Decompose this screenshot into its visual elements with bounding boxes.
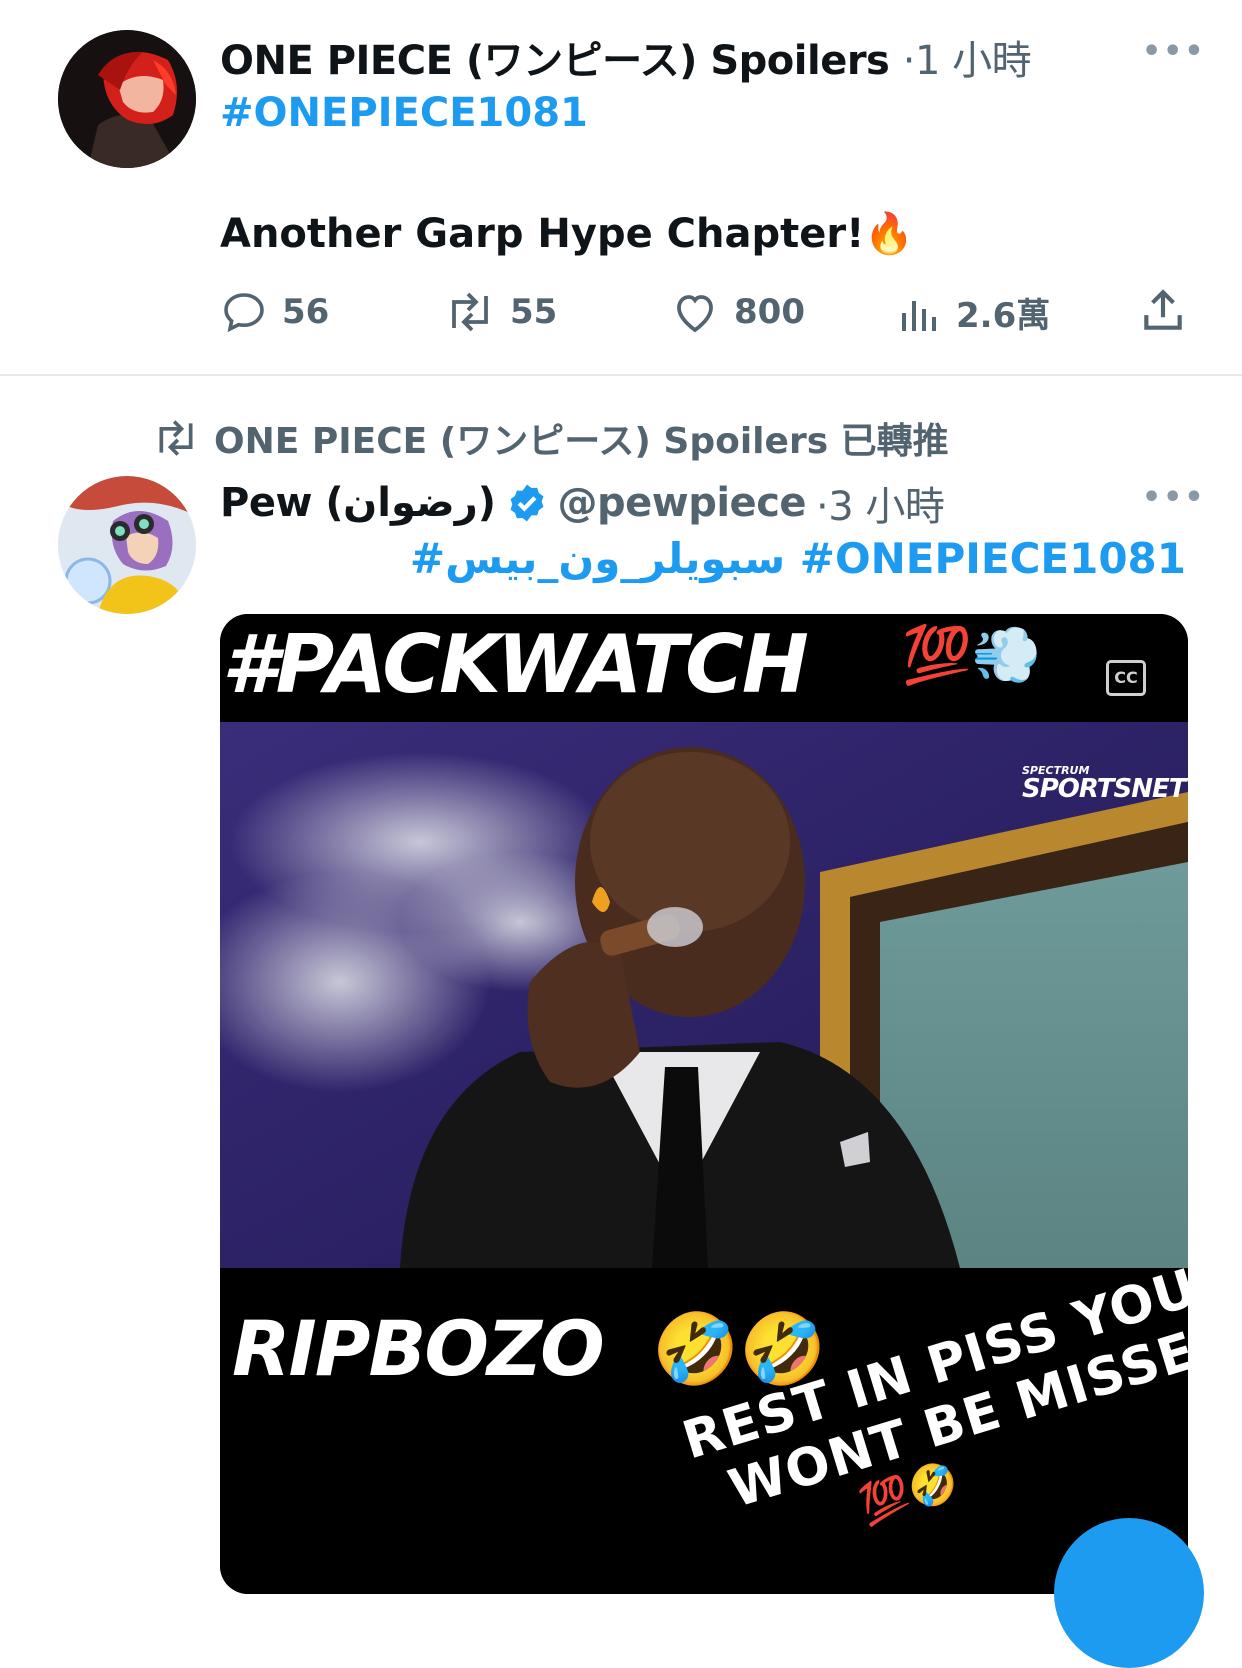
views-icon bbox=[902, 300, 936, 331]
tweet2-video[interactable]: #PACKWATCH 💯💨 CC SPECTRUM SPORTSNET RIPB… bbox=[220, 614, 1188, 1594]
like-button[interactable]: 800 bbox=[670, 288, 805, 336]
avatar-image bbox=[58, 30, 196, 168]
more-icon[interactable]: ••• bbox=[1142, 34, 1206, 69]
retweet-context[interactable]: ONE PIECE (ワンピース) Spoilers 已轉推 bbox=[152, 412, 949, 464]
more-icon[interactable]: ••• bbox=[1142, 480, 1206, 515]
tweet-divider bbox=[0, 374, 1242, 376]
sportsnet-logo: SPORTSNET bbox=[1022, 774, 1186, 804]
views-button[interactable]: 2.6萬 bbox=[898, 288, 1050, 337]
retweet-icon bbox=[452, 292, 488, 332]
verified-icon bbox=[510, 484, 543, 522]
tweet2-author-name[interactable]: Pew (رضوان) bbox=[220, 480, 496, 526]
fire-emoji: 🔥 bbox=[864, 211, 915, 257]
share-icon bbox=[1144, 289, 1182, 330]
avatar-image bbox=[58, 476, 196, 614]
tweet1-author-name[interactable]: ONE PIECE (ワンピース) Spoilers bbox=[220, 38, 890, 84]
video-bottom-caption: RIPBOZO bbox=[232, 1304, 605, 1393]
retweet-context-icon bbox=[159, 420, 193, 456]
tweet2-hashtags[interactable]: #سبويلر_ون_بيس #ONEPIECE1081 bbox=[410, 534, 1186, 583]
tweet2-header: Pew (رضوان) @pewpiece ·3 小時 bbox=[220, 474, 945, 532]
tweet1-body: Another Garp Hype Chapter! bbox=[220, 211, 865, 257]
tweet2-timestamp[interactable]: ·3 小時 bbox=[816, 474, 945, 532]
captions-icon[interactable]: CC bbox=[1106, 660, 1146, 696]
like-count: 800 bbox=[734, 292, 805, 332]
avatar-one-piece-spoilers[interactable] bbox=[58, 30, 196, 168]
retweet-context-label: ONE PIECE (ワンピース) Spoilers 已轉推 bbox=[214, 421, 949, 462]
tweet2-handle[interactable]: @pewpiece bbox=[558, 480, 807, 526]
reply-button[interactable]: 56 bbox=[220, 288, 329, 336]
tweet1-text: Another Garp Hype Chapter!🔥 bbox=[220, 210, 914, 257]
views-count: 2.6萬 bbox=[956, 296, 1051, 336]
like-icon bbox=[677, 295, 713, 333]
compose-fab-button[interactable] bbox=[1054, 1518, 1204, 1668]
retweet-count: 55 bbox=[510, 292, 558, 332]
avatar-pew[interactable] bbox=[58, 476, 196, 614]
reply-count: 56 bbox=[282, 292, 330, 332]
retweet-button[interactable]: 55 bbox=[444, 288, 557, 336]
tweet1-hashtag[interactable]: #ONEPIECE1081 bbox=[220, 90, 588, 136]
share-button[interactable] bbox=[1138, 286, 1188, 340]
reply-icon bbox=[224, 293, 264, 333]
video-top-emoji: 💯💨 bbox=[902, 623, 1042, 688]
tweet1-header: ONE PIECE (ワンピース) Spoilers ·1 小時 bbox=[220, 28, 1032, 86]
tweet1-timestamp[interactable]: ·1 小時 bbox=[903, 38, 1032, 84]
video-top-caption: #PACKWATCH bbox=[222, 618, 809, 711]
